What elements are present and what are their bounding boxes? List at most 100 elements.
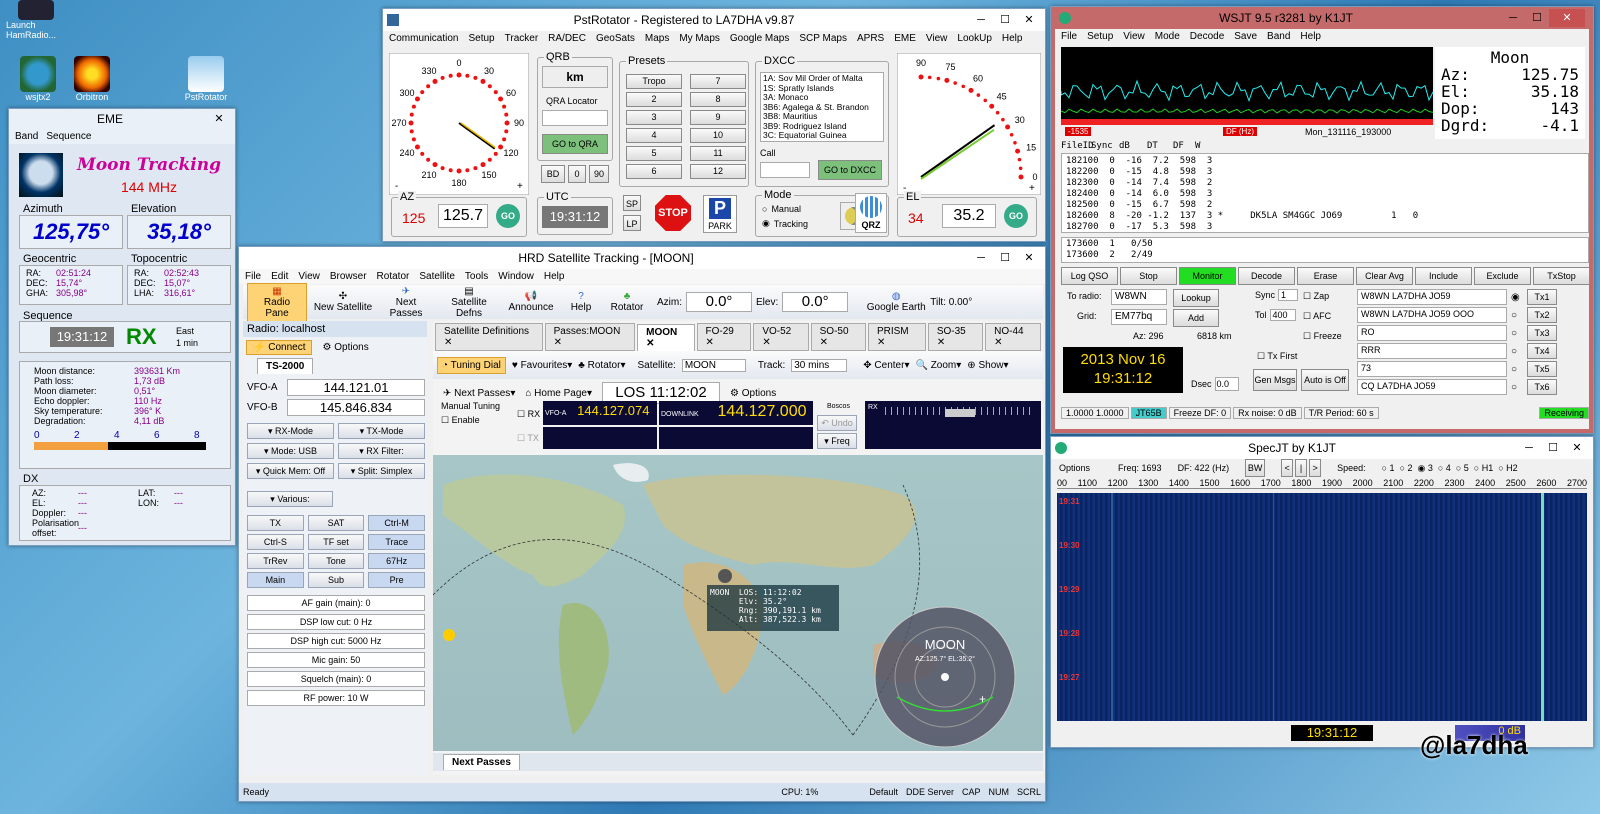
bw-button[interactable]: BW — [1245, 459, 1266, 477]
tx-radio[interactable]: ○ — [1511, 364, 1523, 375]
lp-button[interactable]: LP — [623, 215, 641, 231]
speed-radio[interactable]: ○ 1 — [1382, 463, 1395, 473]
enable-checkbox[interactable]: ☐ Enable — [441, 415, 480, 426]
bd90-button[interactable]: 90 — [589, 165, 609, 183]
menu-tracker[interactable]: Tracker — [505, 33, 539, 44]
tx-button[interactable]: Tx5 — [1527, 361, 1557, 377]
stop-button[interactable]: Stop — [1120, 267, 1177, 285]
grid-input[interactable]: EM77bq — [1111, 309, 1167, 325]
menu-view[interactable]: View — [298, 271, 320, 282]
menu-view[interactable]: View — [926, 33, 948, 44]
preset-button[interactable]: 11 — [690, 146, 746, 161]
radio-grid-button[interactable]: 67Hz — [368, 553, 425, 569]
announce-button[interactable]: 📢 Announce — [505, 291, 557, 313]
menu-maps[interactable]: Maps — [645, 33, 669, 44]
average-list[interactable]: 173600 1 0/50 173600 2 2/49 — [1061, 237, 1589, 263]
to-radio-input[interactable]: W8WN — [1111, 289, 1167, 305]
az-input[interactable]: 125.7 — [438, 204, 488, 228]
menu-save[interactable]: Save — [1234, 31, 1257, 42]
specjt-titlebar[interactable]: SpecJT by K1JT ─ ☐ ✕ — [1051, 437, 1593, 459]
menu-help[interactable]: Help — [1002, 33, 1023, 44]
right-arrow-button[interactable]: > — [1309, 459, 1322, 477]
tab-next-passes[interactable]: Next Passes — [443, 754, 520, 770]
menu-file[interactable]: File — [1061, 31, 1077, 42]
tab-no-44[interactable]: NO-44 ✕ — [985, 323, 1041, 351]
sp-button[interactable]: SP — [623, 195, 641, 211]
preset-button[interactable]: 9 — [690, 110, 746, 125]
desktop-icon-launch-hamradio[interactable]: Launch HamRadio... — [6, 0, 66, 40]
desktop-icon-wsjtx2[interactable]: wsjtx2 — [8, 56, 68, 102]
tab-moon[interactable]: MOON ✕ — [637, 323, 695, 351]
satellite-select[interactable]: MOON — [681, 358, 746, 372]
left-arrow-button[interactable]: < — [1281, 459, 1294, 477]
radio-grid-button[interactable]: Main — [247, 572, 304, 588]
tx-radio[interactable]: ○ — [1511, 310, 1523, 321]
tx-message-input[interactable]: W8WN LA7DHA JO59 OOO — [1357, 307, 1507, 323]
tab-so-50[interactable]: SO-50 ✕ — [810, 323, 866, 351]
slider-control[interactable]: Squelch (main): 0 — [247, 671, 425, 687]
menu-view[interactable]: View — [1123, 31, 1145, 42]
speed-radio[interactable]: ○ H2 — [1498, 463, 1517, 473]
radio-button[interactable]: ▾ Mode: USB — [247, 443, 334, 459]
speed-radio[interactable]: ○ H1 — [1474, 463, 1493, 473]
tx-button[interactable]: Tx1 — [1527, 289, 1557, 305]
az-go-button[interactable]: GO — [496, 204, 520, 228]
azim-field[interactable]: 0.0° — [686, 292, 752, 312]
menu-tools[interactable]: Tools — [465, 271, 488, 282]
tx-button[interactable]: Tx2 — [1527, 307, 1557, 323]
monitor-button[interactable]: Monitor — [1179, 267, 1236, 285]
tx-button[interactable]: Tx3 — [1527, 325, 1557, 341]
rotator-button[interactable]: ♣ Rotator — [605, 291, 649, 313]
rx-checkbox[interactable]: ☐ RX — [517, 409, 540, 420]
menu-eme[interactable]: EME — [894, 33, 916, 44]
tx-message-input[interactable]: 73 — [1357, 361, 1507, 377]
minimize-icon[interactable]: ─ — [1517, 439, 1541, 457]
menu-communication[interactable]: Communication — [389, 33, 458, 44]
close-icon[interactable]: ✕ — [1017, 11, 1041, 29]
freeze-checkbox[interactable]: ☐ Freeze — [1303, 331, 1342, 342]
radio-grid-button[interactable]: Trace — [368, 534, 425, 550]
tol-input[interactable]: 400 — [1269, 309, 1296, 321]
radio-grid-button[interactable]: TF set — [307, 534, 365, 550]
slider-control[interactable]: DSP high cut: 5000 Hz — [247, 633, 425, 649]
menu-rotator[interactable]: Rotator — [377, 271, 410, 282]
menu-sequence[interactable]: Sequence — [46, 131, 91, 142]
vfoa-field[interactable]: 144.121.01 — [287, 379, 425, 396]
tx-message-input[interactable]: W8WN LA7DHA JO59 — [1357, 289, 1507, 305]
tuning-dial-button[interactable]: ◔ Tuning Dial — [437, 356, 506, 374]
menu-google-maps[interactable]: Google Maps — [730, 33, 789, 44]
menu-ra-dec[interactable]: RA/DEC — [548, 33, 586, 44]
connect-button[interactable]: ⚡ Connect — [246, 340, 313, 355]
speed-radio[interactable]: ○ 4 — [1438, 463, 1451, 473]
bd0-button[interactable]: 0 — [568, 165, 586, 183]
close-icon[interactable]: ✕ — [1549, 9, 1585, 27]
options-button-2[interactable]: ⚙ Options — [730, 388, 776, 399]
menu-file[interactable]: File — [245, 271, 261, 282]
qra-input[interactable] — [542, 110, 608, 126]
preset-button[interactable]: 3 — [626, 110, 682, 125]
zap-checkbox[interactable]: ☐ Zap — [1303, 291, 1329, 302]
lookup-button[interactable]: Lookup — [1173, 289, 1219, 307]
menu-satellite[interactable]: Satellite — [419, 271, 455, 282]
preset-button[interactable]: 2 — [626, 92, 682, 107]
close-icon[interactable]: ✕ — [207, 110, 231, 128]
menu-mode[interactable]: Mode — [1155, 31, 1180, 42]
radio-pane-button[interactable]: ▦ Radio Pane — [247, 282, 307, 322]
satellite-defns-button[interactable]: ▤ Satellite Defns — [437, 286, 501, 319]
close-icon[interactable]: ✕ — [1565, 439, 1589, 457]
radio-button[interactable]: ▾ TX-Mode — [338, 423, 425, 439]
bd-button[interactable]: BD — [541, 165, 565, 183]
menu-aprs[interactable]: APRS — [857, 33, 884, 44]
menu-geosats[interactable]: GeoSats — [596, 33, 635, 44]
add-button[interactable]: Add — [1173, 309, 1219, 327]
menu-browser[interactable]: Browser — [330, 271, 367, 282]
radio-grid-button[interactable]: Pre — [368, 572, 425, 588]
az-plus[interactable]: + — [517, 181, 523, 192]
close-icon[interactable]: ✕ — [1017, 249, 1041, 267]
maximize-icon[interactable]: ☐ — [1525, 9, 1549, 27]
radio-grid-button[interactable]: SAT — [307, 515, 365, 531]
preset-button[interactable]: 12 — [690, 164, 746, 179]
home-page-button[interactable]: ⌂ Home Page▾ — [525, 388, 592, 399]
manual-radio[interactable]: ○ Manual — [762, 204, 801, 214]
speed-radio[interactable]: ○ 2 — [1400, 463, 1413, 473]
